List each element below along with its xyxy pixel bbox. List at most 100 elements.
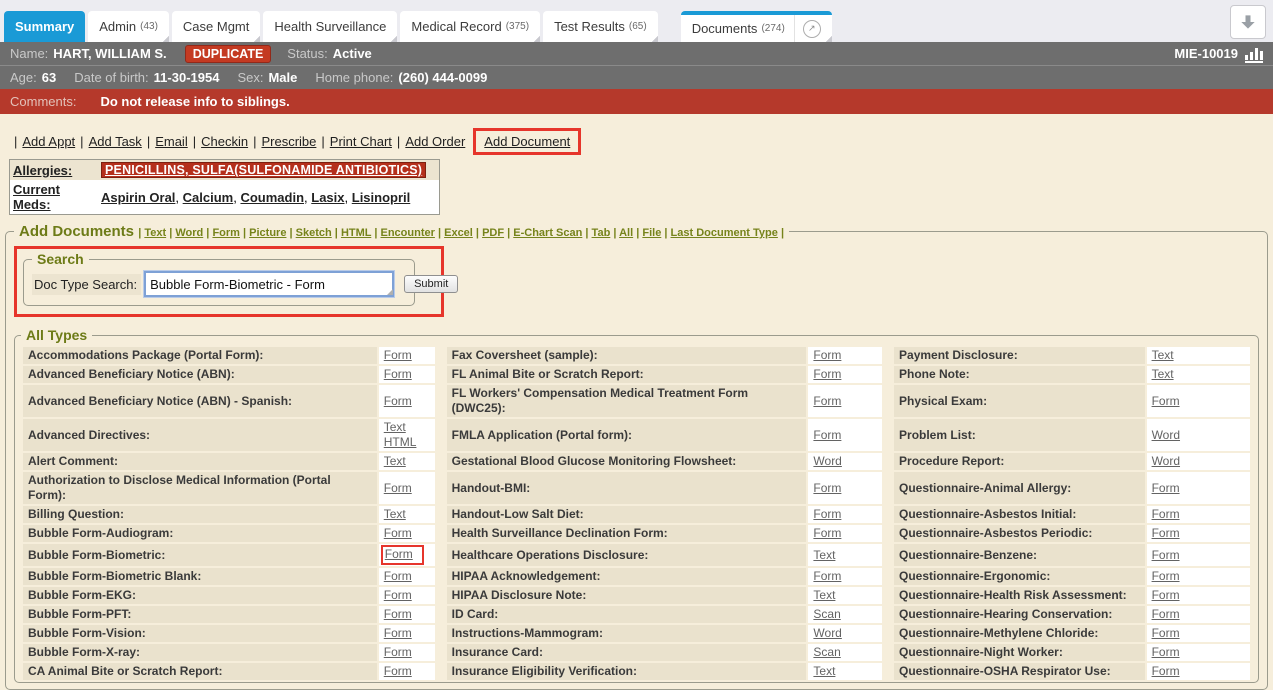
form-link-ca-animal-bite-or-scratch-report[interactable]: Form <box>384 664 412 678</box>
text-link-insurance-eligibility-verification[interactable]: Text <box>813 664 835 678</box>
doc-type-search-input[interactable] <box>144 271 394 297</box>
arrow-up-right-circle-icon[interactable]: ↗ <box>803 20 821 38</box>
form-link-fmla-application-portal-form[interactable]: Form <box>813 428 841 442</box>
form-link-bubble-form-vision[interactable]: Form <box>384 626 412 640</box>
form-link-handout-low-salt-diet[interactable]: Form <box>813 507 841 521</box>
form-link-bubble-form-ekg[interactable]: Form <box>384 588 412 602</box>
table-row: CA Animal Bite or Scratch Report:FormIns… <box>23 663 1250 680</box>
doctype-link-pdf[interactable]: PDF <box>482 227 504 239</box>
doctype-link-encounter[interactable]: Encounter <box>381 227 435 239</box>
tab-admin[interactable]: Admin(43) <box>88 11 169 42</box>
input-resize-grip[interactable] <box>387 289 393 295</box>
doc-type-label: Authorization to Disclose Medical Inform… <box>23 472 377 504</box>
text-link-phone-note[interactable]: Text <box>1152 367 1174 381</box>
doctype-link-tab[interactable]: Tab <box>592 227 611 239</box>
text-link-advanced-directives[interactable]: Text <box>384 420 406 434</box>
form-link-accommodations-package-portal-form[interactable]: Form <box>384 348 412 362</box>
page-body: |Add Appt|Add Task|Email|Checkin|Prescri… <box>0 114 1273 690</box>
doctype-link-excel[interactable]: Excel <box>444 227 473 239</box>
word-link-procedure-report[interactable]: Word <box>1152 454 1180 468</box>
med-link-lasix[interactable]: Lasix <box>311 190 344 205</box>
form-link-hipaa-acknowledgement[interactable]: Form <box>813 569 841 583</box>
tab-documents[interactable]: Documents(274)↗ <box>681 11 832 42</box>
form-link-questionnaire-ergonomic[interactable]: Form <box>1152 569 1180 583</box>
add-task-link[interactable]: Add Task <box>89 134 142 149</box>
tab-test-results[interactable]: Test Results(65) <box>543 11 658 42</box>
doctype-link-text[interactable]: Text <box>144 227 166 239</box>
doc-type-label: Questionnaire-Night Worker: <box>894 644 1145 661</box>
scroll-down-button[interactable] <box>1230 5 1266 39</box>
form-link-questionnaire-night-worker[interactable]: Form <box>1152 645 1180 659</box>
form-link-bubble-form-pft[interactable]: Form <box>384 607 412 621</box>
form-link-bubble-form-biometric[interactable]: Form <box>385 547 413 561</box>
tab-medical-record[interactable]: Medical Record(375) <box>400 11 540 42</box>
scan-link-id-card[interactable]: Scan <box>813 607 840 621</box>
doctype-link-file[interactable]: File <box>642 227 661 239</box>
med-link-coumadin[interactable]: Coumadin <box>240 190 304 205</box>
form-link-advanced-beneficiary-notice-abn-spanish[interactable]: Form <box>384 394 412 408</box>
form-link-questionnaire-animal-allergy[interactable]: Form <box>1152 481 1180 495</box>
form-link-authorization-to-disclose-medical-information-portal-form[interactable]: Form <box>384 481 412 495</box>
doctype-link-e-chart-scan[interactable]: E-Chart Scan <box>513 227 582 239</box>
form-link-questionnaire-benzene[interactable]: Form <box>1152 548 1180 562</box>
word-link-instructions-mammogram[interactable]: Word <box>813 626 841 640</box>
add-documents-section: Add Documents | Text | Word | Form | Pic… <box>5 223 1268 690</box>
doctype-link-sketch[interactable]: Sketch <box>296 227 332 239</box>
doctype-link-word[interactable]: Word <box>175 227 203 239</box>
doctype-link-html[interactable]: HTML <box>341 227 371 239</box>
add-order-link[interactable]: Add Order <box>405 134 465 149</box>
form-link-advanced-beneficiary-notice-abn[interactable]: Form <box>384 367 412 381</box>
form-link-bubble-form-audiogram[interactable]: Form <box>384 526 412 540</box>
form-link-questionnaire-health-risk-assessment[interactable]: Form <box>1152 588 1180 602</box>
form-link-handout-bmi[interactable]: Form <box>813 481 841 495</box>
form-link-bubble-form-x-ray[interactable]: Form <box>384 645 412 659</box>
tab-case-mgmt[interactable]: Case Mgmt <box>172 11 260 42</box>
add-appt-link[interactable]: Add Appt <box>22 134 75 149</box>
doc-type-link-cell: Form <box>1147 472 1250 504</box>
tab-summary[interactable]: Summary <box>4 11 85 42</box>
column-gap <box>437 644 445 661</box>
html-link-advanced-directives[interactable]: HTML <box>384 435 417 449</box>
submit-button[interactable]: Submit <box>404 275 458 293</box>
email-link[interactable]: Email <box>155 134 188 149</box>
form-link-health-surveillance-declination-form[interactable]: Form <box>813 526 841 540</box>
tab-health-surveillance[interactable]: Health Surveillance <box>263 11 397 42</box>
text-link-healthcare-operations-disclosure[interactable]: Text <box>813 548 835 562</box>
form-link-questionnaire-asbestos-initial[interactable]: Form <box>1152 507 1180 521</box>
duplicate-badge[interactable]: DUPLICATE <box>185 45 272 63</box>
form-link-bubble-form-biometric-blank[interactable]: Form <box>384 569 412 583</box>
form-link-questionnaire-hearing-conservation[interactable]: Form <box>1152 607 1180 621</box>
checkin-link[interactable]: Checkin <box>201 134 248 149</box>
text-link-billing-question[interactable]: Text <box>384 507 406 521</box>
form-link-physical-exam[interactable]: Form <box>1152 394 1180 408</box>
doctype-link-picture[interactable]: Picture <box>249 227 286 239</box>
prescribe-link[interactable]: Prescribe <box>261 134 316 149</box>
form-link-questionnaire-methylene-chloride[interactable]: Form <box>1152 626 1180 640</box>
doctype-link-form[interactable]: Form <box>212 227 240 239</box>
form-link-fl-workers-compensation-medical-treatment-form-dwc25[interactable]: Form <box>813 394 841 408</box>
med-link-calcium[interactable]: Calcium <box>183 190 234 205</box>
word-link-problem-list[interactable]: Word <box>1152 428 1180 442</box>
column-gap <box>437 587 445 604</box>
scan-link-insurance-card[interactable]: Scan <box>813 645 840 659</box>
form-link-fl-animal-bite-or-scratch-report[interactable]: Form <box>813 367 841 381</box>
text-link-payment-disclosure[interactable]: Text <box>1152 348 1174 362</box>
print-chart-link[interactable]: Print Chart <box>330 134 392 149</box>
add-document-link[interactable]: Add Document <box>484 134 570 149</box>
allergies-link[interactable]: Allergies: <box>13 163 72 178</box>
med-link-lisinopril[interactable]: Lisinopril <box>352 190 411 205</box>
form-link-questionnaire-osha-respirator-use[interactable]: Form <box>1152 664 1180 678</box>
tab-label: Case Mgmt <box>183 19 249 34</box>
form-link-fax-coversheet-sample[interactable]: Form <box>813 348 841 362</box>
current-meds-link[interactable]: Current Meds: <box>13 182 60 212</box>
allergies-value[interactable]: PENICILLINS, SULFA(SULFONAMIDE ANTIBIOTI… <box>101 162 426 178</box>
text-link-hipaa-disclosure-note[interactable]: Text <box>813 588 835 602</box>
doc-type-label: Handout-Low Salt Diet: <box>447 506 807 523</box>
text-link-alert-comment[interactable]: Text <box>384 454 406 468</box>
doctype-link-all[interactable]: All <box>619 227 633 239</box>
med-link-aspirin-oral[interactable]: Aspirin Oral <box>101 190 175 205</box>
bar-chart-icon[interactable] <box>1245 45 1263 63</box>
word-link-gestational-blood-glucose-monitoring-flowsheet[interactable]: Word <box>813 454 841 468</box>
form-link-questionnaire-asbestos-periodic[interactable]: Form <box>1152 526 1180 540</box>
doctype-link-last-document-type[interactable]: Last Document Type <box>671 227 778 239</box>
